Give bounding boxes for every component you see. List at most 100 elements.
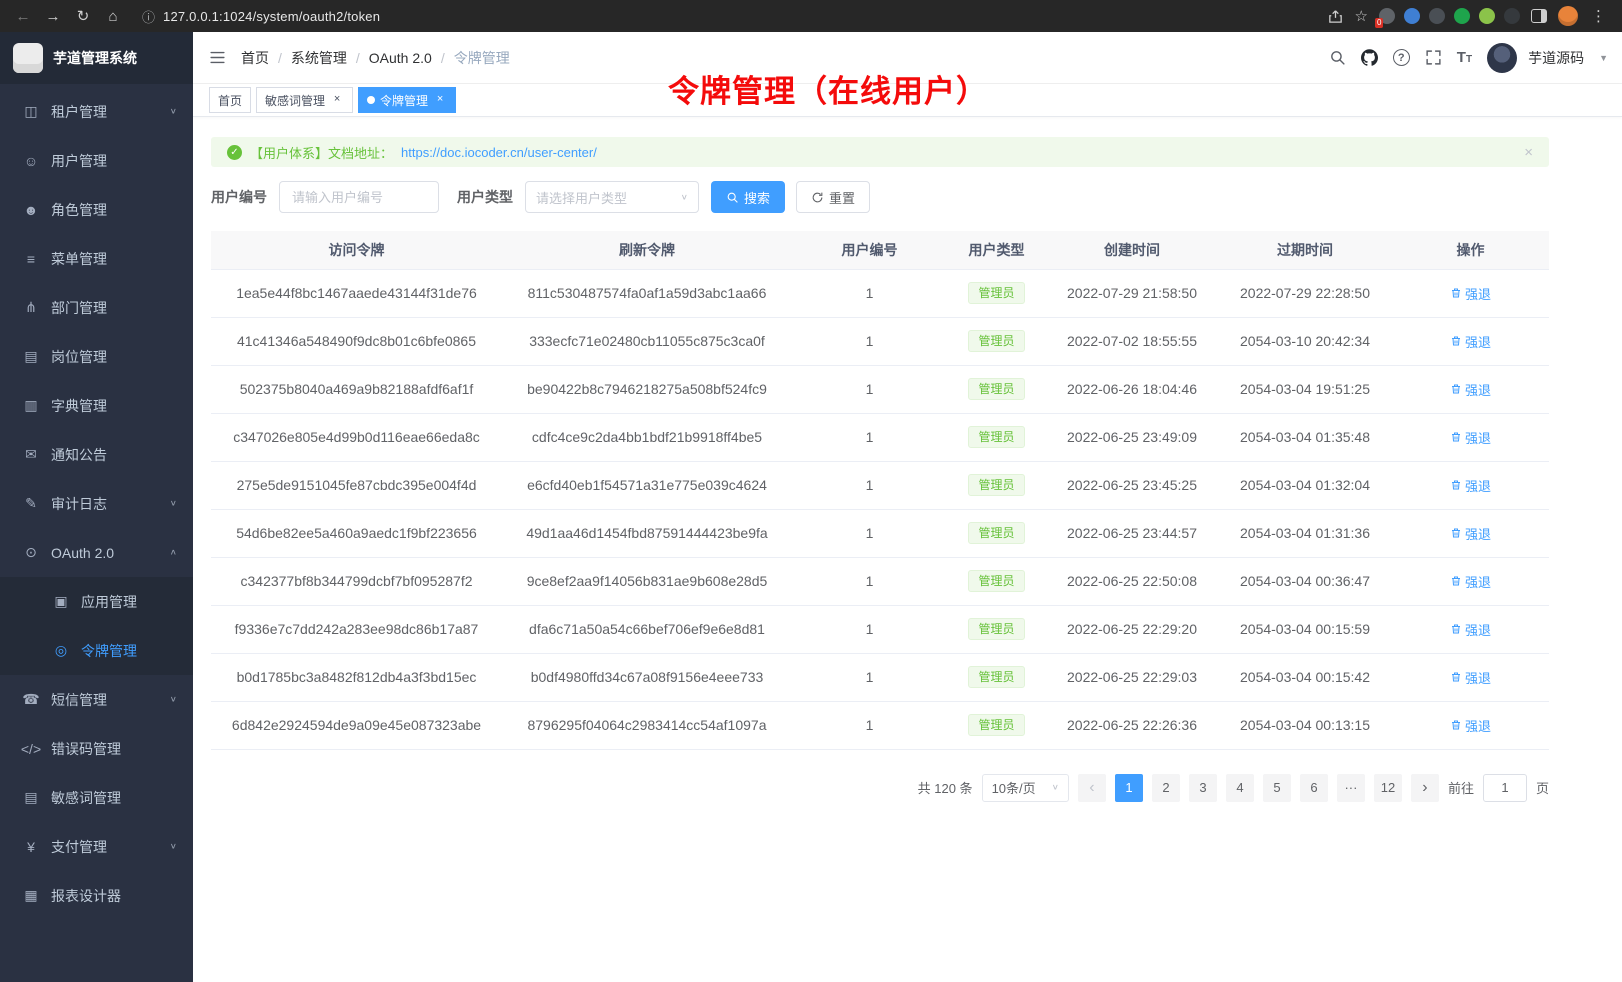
help-icon[interactable]: ?	[1393, 49, 1410, 66]
sidebar-item[interactable]: ☻ 角色管理	[0, 185, 193, 234]
sidebar-item[interactable]: ⊙ OAuth 2.0 ∧	[0, 528, 193, 577]
user-type-tag: 管理员	[968, 474, 1024, 496]
sidebar-item[interactable]: ☎ 短信管理 ∨	[0, 675, 193, 724]
create-time-cell: 2022-06-25 23:49:09	[1046, 413, 1218, 461]
extension-blue-icon[interactable]	[1404, 8, 1420, 24]
browser-reload-icon[interactable]: ↻	[70, 4, 96, 28]
sidebar-item[interactable]: ▤ 岗位管理	[0, 332, 193, 381]
sidebar-item[interactable]: ▣ 应用管理	[0, 577, 193, 626]
browser-home-icon[interactable]: ⌂	[100, 4, 126, 28]
reset-button-label: 重置	[829, 188, 855, 207]
force-logout-button[interactable]: 强退	[1450, 524, 1491, 543]
tab[interactable]: 首页 ×	[209, 87, 251, 113]
force-logout-label: 强退	[1465, 476, 1491, 495]
search-button[interactable]: 搜索	[711, 181, 785, 213]
force-logout-label: 强退	[1465, 716, 1491, 735]
user-dropdown-caret-icon[interactable]: ▼	[1599, 53, 1608, 63]
force-logout-button[interactable]: 强退	[1450, 476, 1491, 495]
site-info-icon[interactable]: ⓘ	[142, 7, 155, 26]
sidebar-item[interactable]: ▤ 敏感词管理	[0, 773, 193, 822]
force-logout-button[interactable]: 强退	[1450, 572, 1491, 591]
sidebar-item[interactable]: ¥ 支付管理 ∨	[0, 822, 193, 871]
page-number-button[interactable]: 2	[1152, 774, 1180, 802]
sidebar-collapse-icon[interactable]	[209, 49, 226, 66]
tab[interactable]: 敏感词管理 ×	[256, 87, 353, 113]
breadcrumb-label: 令牌管理	[454, 48, 510, 68]
sidebar-item[interactable]: ▥ 字典管理	[0, 381, 193, 430]
page-number-button[interactable]: 12	[1374, 774, 1402, 802]
page-number-button[interactable]: 5	[1263, 774, 1291, 802]
user-type-tag: 管理员	[968, 282, 1024, 304]
sidebar-item[interactable]: ◎ 令牌管理	[0, 626, 193, 675]
github-icon[interactable]	[1361, 49, 1378, 66]
chevron-icon: ∨	[170, 842, 177, 851]
tab[interactable]: 令牌管理 ×	[358, 87, 456, 113]
page-size-select[interactable]: 10条/页 ∨	[982, 774, 1069, 802]
breadcrumb-item[interactable]: / 令牌管理	[441, 48, 510, 68]
fullscreen-icon[interactable]	[1425, 49, 1442, 66]
sidebar-item[interactable]: ✉ 通知公告	[0, 430, 193, 479]
action-cell: 强退	[1392, 701, 1549, 749]
breadcrumb-item[interactable]: / OAuth 2.0	[356, 50, 432, 66]
sidebar-item[interactable]: ▦ 报表设计器	[0, 871, 193, 920]
doc-link[interactable]: https://doc.iocoder.cn/user-center/	[401, 145, 597, 160]
force-logout-button[interactable]: 强退	[1450, 284, 1491, 303]
sidebar-item[interactable]: </> 错误码管理	[0, 724, 193, 773]
font-size-icon[interactable]: TT	[1457, 49, 1472, 66]
browser-menu-icon[interactable]: ⋮	[1589, 7, 1608, 25]
extension-black-icon[interactable]	[1504, 8, 1520, 24]
share-icon[interactable]	[1327, 8, 1344, 25]
breadcrumb-item[interactable]: / 系统管理	[278, 48, 347, 68]
page-number-button[interactable]: 6	[1300, 774, 1328, 802]
browser-profile-avatar[interactable]	[1558, 6, 1578, 26]
breadcrumb-item[interactable]: / 首页	[241, 48, 269, 68]
user-type-select[interactable]: 请选择用户类型 ∨	[525, 181, 699, 213]
access-token-cell: 1ea5e44f8bc1467aaede43144f31de76	[211, 269, 502, 317]
tags-view: 首页 × 敏感词管理 × 令牌管理 ×	[193, 84, 1622, 117]
alert-close-icon[interactable]: ×	[1524, 144, 1533, 161]
user-name[interactable]: 芋道源码	[1528, 48, 1584, 68]
user-id-label: 用户编号	[211, 187, 267, 207]
tab-close-icon[interactable]: ×	[433, 93, 447, 107]
user-id-cell: 1	[792, 461, 947, 509]
page-number-button[interactable]: 1	[1115, 774, 1143, 802]
oauth-icon: ⊙	[20, 544, 42, 561]
reset-button[interactable]: 重置	[796, 181, 870, 213]
extension-lightgreen-icon[interactable]	[1479, 8, 1495, 24]
page-number-button[interactable]: ···	[1337, 774, 1365, 802]
extension-dark-icon[interactable]	[1429, 8, 1445, 24]
page-number-button[interactable]: 3	[1189, 774, 1217, 802]
sidebar-item[interactable]: ✎ 审计日志 ∨	[0, 479, 193, 528]
sidebar-item[interactable]: ≡ 菜单管理	[0, 234, 193, 283]
sidebar-item[interactable]: ⋔ 部门管理	[0, 283, 193, 332]
next-page-button[interactable]: ›	[1411, 774, 1439, 802]
force-logout-button[interactable]: 强退	[1450, 428, 1491, 447]
app-logo[interactable]: 芋道管理系统	[0, 32, 193, 84]
extension-green-icon[interactable]	[1454, 8, 1470, 24]
bookmark-star-icon[interactable]: ☆	[1355, 7, 1368, 25]
chevron-icon: ∨	[170, 695, 177, 704]
url-text: 127.0.0.1:1024/system/oauth2/token	[163, 9, 380, 24]
browser-back-icon[interactable]: ←	[10, 4, 36, 28]
user-avatar[interactable]	[1487, 43, 1517, 73]
force-logout-button[interactable]: 强退	[1450, 332, 1491, 351]
force-logout-button[interactable]: 强退	[1450, 620, 1491, 639]
sidebar-item[interactable]: ☺ 用户管理	[0, 136, 193, 185]
browser-forward-icon[interactable]: →	[40, 4, 66, 28]
force-logout-button[interactable]: 强退	[1450, 380, 1491, 399]
user-id-cell: 1	[792, 653, 947, 701]
page-number-button[interactable]: 4	[1226, 774, 1254, 802]
prev-page-button[interactable]: ‹	[1078, 774, 1106, 802]
browser-sidebar-icon[interactable]	[1531, 9, 1547, 23]
tab-close-icon[interactable]: ×	[330, 93, 344, 107]
extension-icons: 0	[1379, 8, 1520, 24]
user-id-input[interactable]	[279, 181, 439, 213]
goto-page-input[interactable]	[1483, 774, 1527, 802]
search-icon[interactable]	[1329, 49, 1346, 66]
force-logout-button[interactable]: 强退	[1450, 668, 1491, 687]
sidebar-item[interactable]: ◫ 租户管理 ∨	[0, 87, 193, 136]
address-bar[interactable]: ⓘ 127.0.0.1:1024/system/oauth2/token	[130, 7, 1323, 26]
table-row: 6d842e2924594de9a09e45e087323abe 8796295…	[211, 701, 1549, 749]
force-logout-button[interactable]: 强退	[1450, 716, 1491, 735]
extension-gray-icon[interactable]: 0	[1379, 8, 1395, 24]
